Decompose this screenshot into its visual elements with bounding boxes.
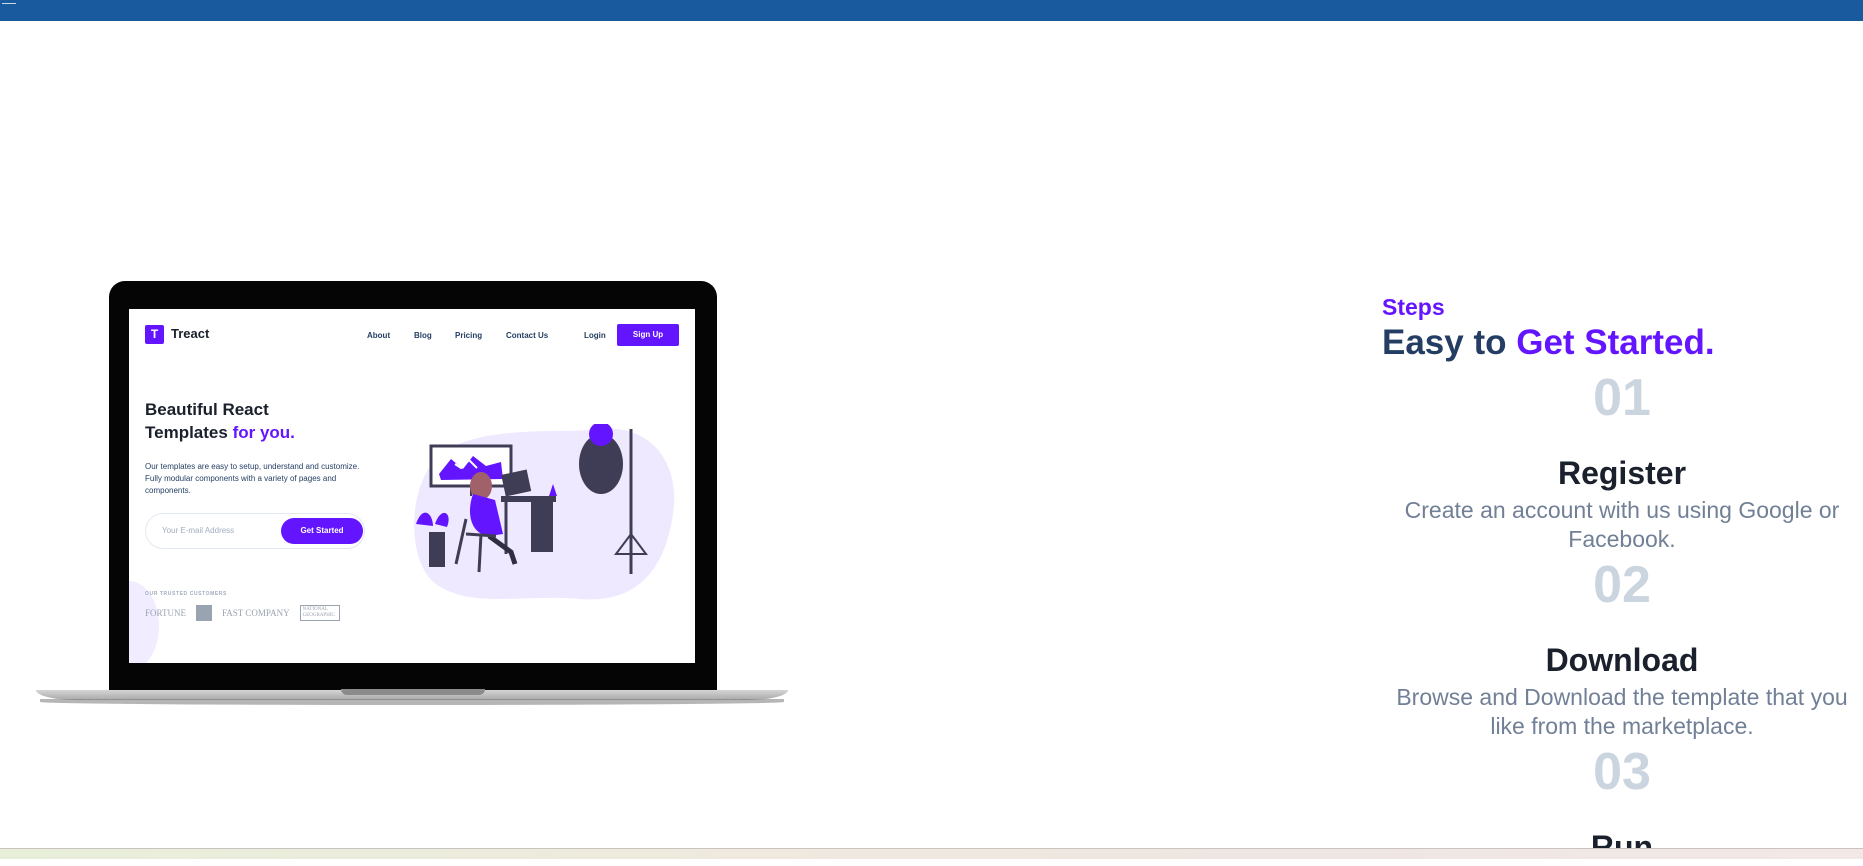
mockup-email-form: Your E-mail Address Get Started xyxy=(145,513,365,549)
mockup-client-logos: FORTUNE FAST COMPANY NATIONAL GEOGRAPHIC xyxy=(145,605,340,621)
mockup-nav-about: About xyxy=(367,331,391,340)
top-bar xyxy=(0,0,1863,21)
step-1-heading: Register xyxy=(1557,455,1687,491)
mockup-nav-blog: Blog xyxy=(414,331,432,340)
client-logo-box xyxy=(195,605,212,621)
mockup-brand: Treact xyxy=(171,326,210,341)
taskbar xyxy=(0,848,1863,859)
mockup-heading-line2: Templates xyxy=(145,423,233,442)
step-2-number: 02 xyxy=(1593,556,1651,614)
mockup-logo-icon: T xyxy=(145,325,164,344)
national-geographic-logo: NATIONAL GEOGRAPHIC xyxy=(299,605,340,621)
laptop-notch xyxy=(341,689,485,695)
mockup-nav-login: Login xyxy=(584,331,606,340)
step-2-heading: Download xyxy=(1545,642,1699,678)
mockup-description: Our templates are easy to setup, underst… xyxy=(145,462,360,495)
mockup-email-input: Your E-mail Address xyxy=(162,526,235,535)
fast-company-logo: FAST COMPANY xyxy=(221,608,290,618)
mockup-nav-pricing: Pricing xyxy=(455,331,483,340)
mockup-trusted-label: OUR TRUSTED CUSTOMERS xyxy=(145,591,227,597)
fortune-logo: FORTUNE xyxy=(145,608,186,618)
step-1-description: Create an account with us using Google o… xyxy=(1404,497,1840,552)
mockup-signup-button: Sign Up xyxy=(617,324,679,346)
workspace-illustration xyxy=(414,424,675,600)
mockup-heading-line1: Beautiful React xyxy=(145,400,269,419)
menu-icon[interactable] xyxy=(2,0,16,4)
laptop-shadow xyxy=(40,699,784,705)
steps-title-accent: Get Started. xyxy=(1516,323,1715,362)
mockup-get-started-button: Get Started xyxy=(281,518,363,544)
step-3-number: 03 xyxy=(1593,743,1651,801)
mockup-heading: Beautiful React Templates for you. xyxy=(145,398,295,444)
laptop-screen: T Treact About Blog Pricing Contact Us L… xyxy=(129,309,695,663)
laptop-mockup: T Treact About Blog Pricing Contact Us L… xyxy=(36,281,788,711)
step-2-description: Browse and Download the template that yo… xyxy=(1396,684,1848,739)
steps-title-prefix: Easy to xyxy=(1382,323,1517,362)
steps-subheading: Steps xyxy=(1382,294,1445,320)
mockup-nav-contact: Contact Us xyxy=(506,331,549,340)
step-1-number: 01 xyxy=(1593,369,1651,427)
mockup-heading-accent: for you. xyxy=(232,423,295,442)
steps-title: Easy to Get Started. xyxy=(1382,323,1715,363)
